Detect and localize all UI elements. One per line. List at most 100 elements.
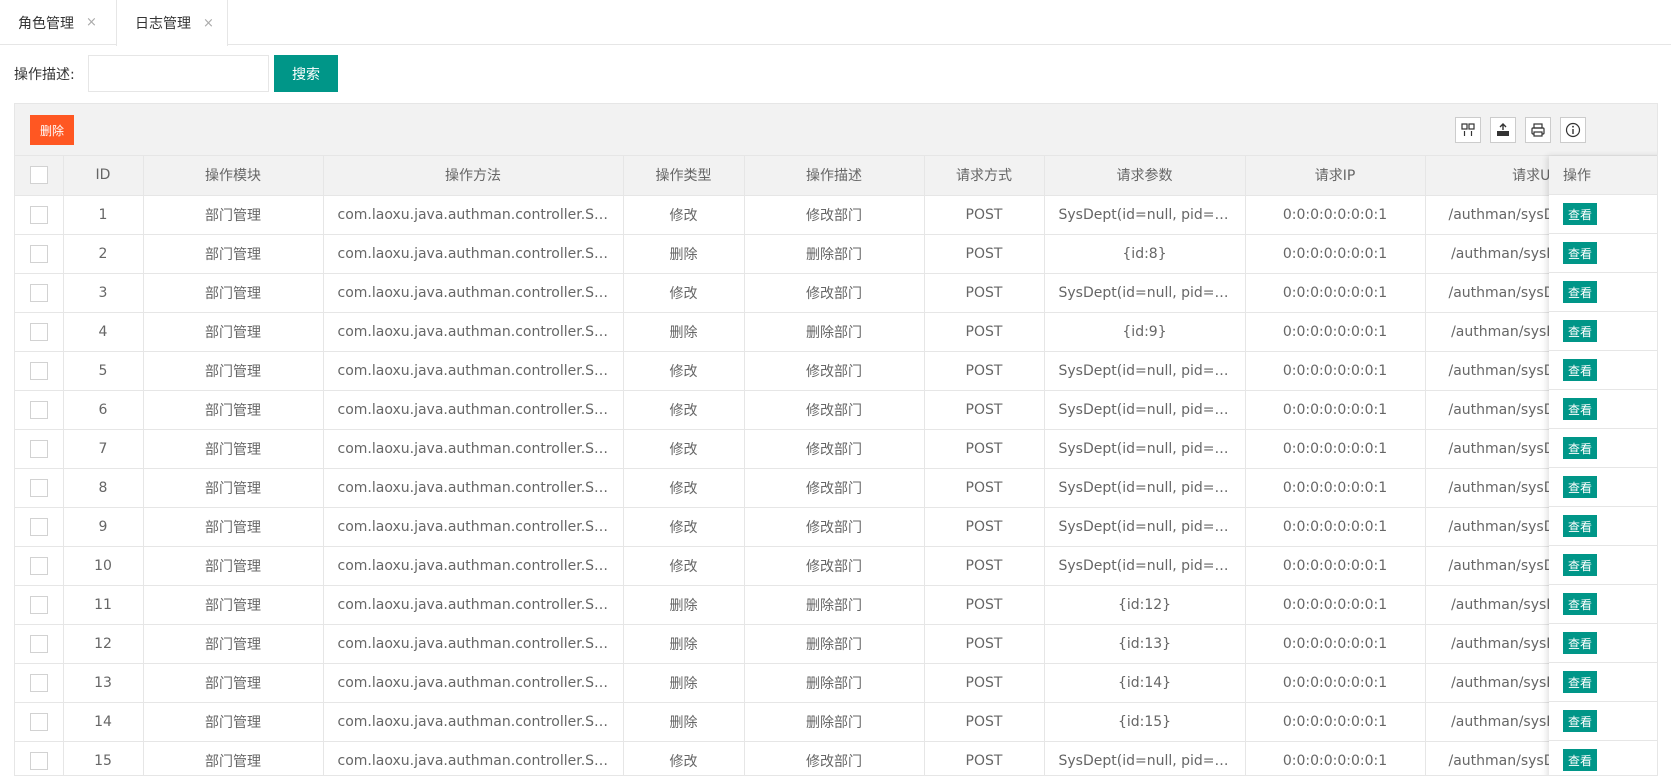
cell-method: com.laoxu.java.authman.controller.SysDep… [323,702,624,742]
table-row[interactable]: 13 部门管理 com.laoxu.java.authman.controller.… [15,663,1656,703]
column-header[interactable]: 请求参数 [1044,156,1246,196]
table-row[interactable]: 8 部门管理 com.laoxu.java.authman.controller.S… [15,468,1656,508]
view-button[interactable]: 查看 [1563,710,1597,732]
row-checkbox[interactable] [29,439,48,458]
cell-type: 修改 [623,468,745,508]
row-checkbox[interactable] [29,751,48,770]
column-header[interactable]: 操作类型 [623,156,745,196]
cell-desc: 修改部门 [744,351,925,391]
cell-req: POST [924,702,1045,742]
row-checkbox[interactable] [29,322,48,341]
log-table: ID 操作模块 操作方法 操作类型 操作描述 请求方式 请求参数 请求IP 请求… [15,156,1656,775]
cell-desc: 修改部门 [744,507,925,547]
cell-module: 部门管理 [143,702,324,742]
view-button[interactable]: 查看 [1563,749,1597,771]
scrollbar[interactable] [1657,103,1671,776]
table-row[interactable]: 10 部门管理 com.laoxu.java.authman.controller.… [15,546,1656,586]
cell-module: 部门管理 [143,546,324,586]
view-button[interactable]: 查看 [1563,593,1597,615]
tab-log-management[interactable]: 日志管理 × [116,0,228,46]
row-checkbox[interactable] [29,283,48,302]
cell-module: 部门管理 [143,468,324,508]
cell-id: 9 [63,507,144,547]
view-button[interactable]: 查看 [1563,320,1597,342]
view-button[interactable]: 查看 [1563,242,1597,264]
column-header[interactable]: 操作模块 [143,156,324,196]
view-button[interactable]: 查看 [1563,203,1597,225]
cell-type: 删除 [623,702,745,742]
export-icon[interactable] [1490,117,1516,143]
row-select-cell [15,195,64,235]
row-select-cell [15,234,64,274]
view-button[interactable]: 查看 [1563,515,1597,537]
table-row[interactable]: 5 部门管理 com.laoxu.java.authman.controller.S… [15,351,1656,391]
cell-method: com.laoxu.java.authman.controller.SysDep… [323,468,624,508]
view-button[interactable]: 查看 [1563,671,1597,693]
view-button[interactable]: 查看 [1563,476,1597,498]
cell-ip: 0:0:0:0:0:0:0:1 [1245,702,1426,742]
table-row[interactable]: 6 部门管理 com.laoxu.java.authman.controller.S… [15,390,1656,430]
cell-type: 修改 [623,429,745,469]
table-row[interactable]: 9 部门管理 com.laoxu.java.authman.controller.S… [15,507,1656,547]
row-checkbox[interactable] [29,478,48,497]
column-header[interactable]: 请求IP [1245,156,1426,196]
row-checkbox[interactable] [29,205,48,224]
column-header[interactable]: 操作方法 [323,156,624,196]
cell-req: POST [924,390,1045,430]
row-checkbox[interactable] [29,361,48,380]
row-checkbox[interactable] [29,556,48,575]
table-row[interactable]: 7 部门管理 com.laoxu.java.authman.controller.S… [15,429,1656,469]
view-button[interactable]: 查看 [1563,281,1597,303]
row-checkbox[interactable] [29,595,48,614]
print-icon[interactable] [1525,117,1551,143]
row-checkbox[interactable] [29,517,48,536]
cell-method: com.laoxu.java.authman.controller.SysDep… [323,351,624,391]
action-cell: 查看 [1549,273,1671,312]
view-button[interactable]: 查看 [1563,632,1597,654]
cell-params: {id:8} [1044,234,1246,274]
column-header[interactable]: ID [63,156,144,196]
close-icon[interactable]: × [203,16,214,31]
column-header[interactable]: 操作描述 [744,156,925,196]
cell-id: 14 [63,702,144,742]
select-all-checkbox[interactable] [29,166,48,185]
table-row[interactable]: 11 部门管理 com.laoxu.java.authman.controller.… [15,585,1656,625]
columns-icon[interactable] [1455,117,1481,143]
row-checkbox[interactable] [29,673,48,692]
info-icon[interactable] [1560,117,1586,143]
cell-params: SysDept(id=null, pid=null, name=...) [1044,741,1246,775]
cell-type: 删除 [623,312,745,352]
table-row[interactable]: 3 部门管理 com.laoxu.java.authman.controller.S… [15,273,1656,313]
delete-button[interactable]: 删除 [30,115,74,145]
view-button[interactable]: 查看 [1563,359,1597,381]
cell-ip: 0:0:0:0:0:0:0:1 [1245,507,1426,547]
cell-method: com.laoxu.java.authman.controller.SysDep… [323,195,624,235]
table-row[interactable]: 1 部门管理 com.laoxu.java.authman.controller.S… [15,195,1656,235]
cell-ip: 0:0:0:0:0:0:0:1 [1245,624,1426,664]
table-row[interactable]: 14 部门管理 com.laoxu.java.authman.controller.… [15,702,1656,742]
table-row[interactable]: 4 部门管理 com.laoxu.java.authman.controller.S… [15,312,1656,352]
data-table: 删除 ID 操作模块 操作方法 操作类型 操作描述 请求方式 请求参数 请求IP… [14,103,1671,776]
table-row[interactable]: 15 部门管理 com.laoxu.java.authman.controller.… [15,741,1656,775]
table-row[interactable]: 2 部门管理 com.laoxu.java.authman.controller.S… [15,234,1656,274]
search-input[interactable] [88,55,269,92]
view-button[interactable]: 查看 [1563,554,1597,576]
row-checkbox[interactable] [29,244,48,263]
cell-req: POST [924,351,1045,391]
close-icon[interactable]: × [86,15,97,30]
row-checkbox[interactable] [29,634,48,653]
row-checkbox[interactable] [29,400,48,419]
cell-type: 修改 [623,273,745,313]
column-header[interactable]: 请求方式 [924,156,1045,196]
cell-module: 部门管理 [143,741,324,775]
cell-params: {id:13} [1044,624,1246,664]
view-button[interactable]: 查看 [1563,437,1597,459]
table-row[interactable]: 12 部门管理 com.laoxu.java.authman.controller.… [15,624,1656,664]
cell-req: POST [924,663,1045,703]
row-checkbox[interactable] [29,712,48,731]
cell-module: 部门管理 [143,351,324,391]
tab-role-management[interactable]: 角色管理 × [0,0,116,45]
search-button[interactable]: 搜索 [274,55,338,92]
view-button[interactable]: 查看 [1563,398,1597,420]
row-select-cell [15,351,64,391]
